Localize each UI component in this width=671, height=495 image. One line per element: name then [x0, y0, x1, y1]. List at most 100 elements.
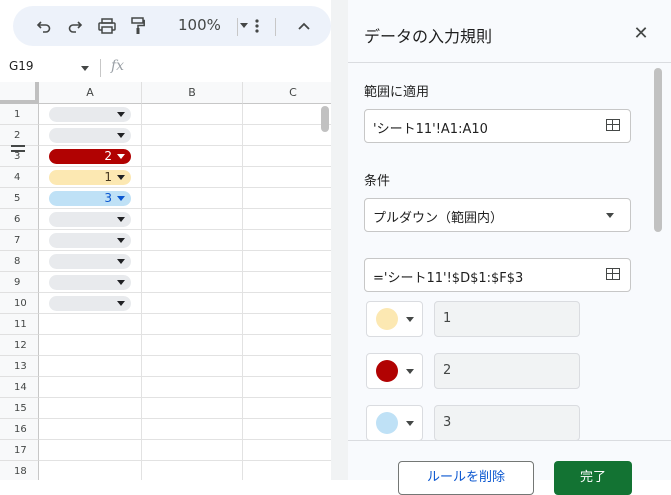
option-value-field[interactable]: 2 [434, 353, 580, 389]
dropdown-chip[interactable] [49, 212, 131, 227]
column-header-b[interactable]: B [142, 82, 243, 104]
row-header[interactable]: 9 [0, 272, 39, 293]
cell[interactable] [39, 293, 142, 314]
print-icon[interactable] [95, 14, 119, 38]
more-vert-icon[interactable] [245, 14, 269, 38]
cell[interactable] [243, 377, 331, 398]
cell[interactable] [243, 167, 331, 188]
column-header-a[interactable]: A [39, 82, 142, 104]
cell[interactable] [243, 356, 331, 377]
row-header[interactable]: 8 [0, 251, 39, 272]
row-header[interactable]: 10 [0, 293, 39, 314]
cell[interactable] [39, 314, 142, 335]
option-color-button[interactable] [366, 301, 423, 337]
row-header[interactable]: 2 [0, 125, 39, 146]
cell[interactable] [142, 356, 243, 377]
cell[interactable] [39, 104, 142, 125]
cell[interactable] [243, 293, 331, 314]
done-button[interactable]: 完了 [554, 461, 632, 495]
cell[interactable] [243, 146, 331, 167]
cell[interactable] [243, 125, 331, 146]
cell[interactable] [243, 188, 331, 209]
redo-icon[interactable] [63, 14, 87, 38]
row-header[interactable]: 1 [0, 104, 39, 125]
cell[interactable] [243, 461, 331, 480]
row-header[interactable]: 18 [0, 461, 39, 480]
cell[interactable] [39, 209, 142, 230]
apply-range-field[interactable]: 'シート11'!A1:A10 [364, 109, 631, 143]
cell[interactable] [142, 104, 243, 125]
delete-rule-button[interactable]: ルールを削除 [398, 461, 534, 495]
cell[interactable] [142, 419, 243, 440]
cell[interactable] [243, 440, 331, 461]
row-header[interactable]: 16 [0, 419, 39, 440]
row-header[interactable]: 11 [0, 314, 39, 335]
cell[interactable] [142, 146, 243, 167]
row-header[interactable]: 15 [0, 398, 39, 419]
dropdown-chip[interactable] [49, 296, 131, 311]
name-box[interactable]: G19 [9, 59, 34, 73]
chevron-up-icon[interactable] [292, 14, 316, 38]
paint-format-icon[interactable] [126, 14, 150, 38]
row-header[interactable]: 4 [0, 167, 39, 188]
row-header[interactable]: 13 [0, 356, 39, 377]
row-header[interactable]: 14 [0, 377, 39, 398]
cell[interactable] [142, 440, 243, 461]
cell[interactable] [142, 188, 243, 209]
row-header[interactable]: 7 [0, 230, 39, 251]
cell[interactable] [39, 335, 142, 356]
dropdown-chip[interactable] [49, 107, 131, 122]
freeze-rows-handle[interactable] [11, 145, 25, 155]
cell[interactable] [142, 314, 243, 335]
column-header-c[interactable]: C [243, 82, 331, 104]
option-value-field[interactable]: 3 [434, 405, 580, 441]
cell[interactable] [142, 209, 243, 230]
cell[interactable] [243, 419, 331, 440]
cell[interactable]: 1 [39, 167, 142, 188]
cell[interactable] [243, 398, 331, 419]
select-range-icon[interactable] [606, 268, 620, 280]
dropdown-chip[interactable] [49, 128, 131, 143]
option-color-button[interactable] [366, 405, 423, 441]
cell[interactable] [39, 398, 142, 419]
source-range-field[interactable]: ='シート11'!$D$1:$F$3 [364, 258, 631, 292]
undo-icon[interactable] [32, 14, 56, 38]
cell[interactable] [142, 272, 243, 293]
cell[interactable] [243, 251, 331, 272]
row-header[interactable]: 6 [0, 209, 39, 230]
cell[interactable] [39, 419, 142, 440]
cell[interactable] [142, 167, 243, 188]
cell[interactable] [142, 125, 243, 146]
cell[interactable] [243, 272, 331, 293]
dropdown-chip[interactable] [49, 254, 131, 269]
cell[interactable] [142, 251, 243, 272]
dropdown-chip[interactable]: 1 [49, 170, 131, 185]
sheet-scrollbar[interactable] [321, 106, 329, 132]
select-range-icon[interactable] [606, 119, 620, 131]
close-icon[interactable]: ✕ [631, 24, 651, 44]
cell[interactable] [39, 377, 142, 398]
cell[interactable] [39, 272, 142, 293]
cell[interactable] [142, 293, 243, 314]
cell[interactable] [39, 251, 142, 272]
cell[interactable]: 2 [39, 146, 142, 167]
row-header[interactable]: 17 [0, 440, 39, 461]
row-header[interactable]: 5 [0, 188, 39, 209]
cell[interactable] [142, 398, 243, 419]
dropdown-chip[interactable]: 3 [49, 191, 131, 206]
cell[interactable] [39, 125, 142, 146]
cell[interactable] [243, 230, 331, 251]
cell[interactable] [39, 440, 142, 461]
cell[interactable] [39, 230, 142, 251]
chevron-down-icon[interactable] [81, 66, 89, 71]
condition-select[interactable]: プルダウン（範囲内） [364, 198, 631, 232]
cell[interactable] [243, 314, 331, 335]
dropdown-chip[interactable]: 2 [49, 149, 131, 164]
cell[interactable] [243, 104, 331, 125]
cell[interactable] [142, 461, 243, 480]
cell[interactable] [142, 335, 243, 356]
cell[interactable] [39, 356, 142, 377]
cell[interactable] [243, 209, 331, 230]
select-all-corner[interactable] [0, 82, 39, 104]
cell[interactable] [142, 377, 243, 398]
